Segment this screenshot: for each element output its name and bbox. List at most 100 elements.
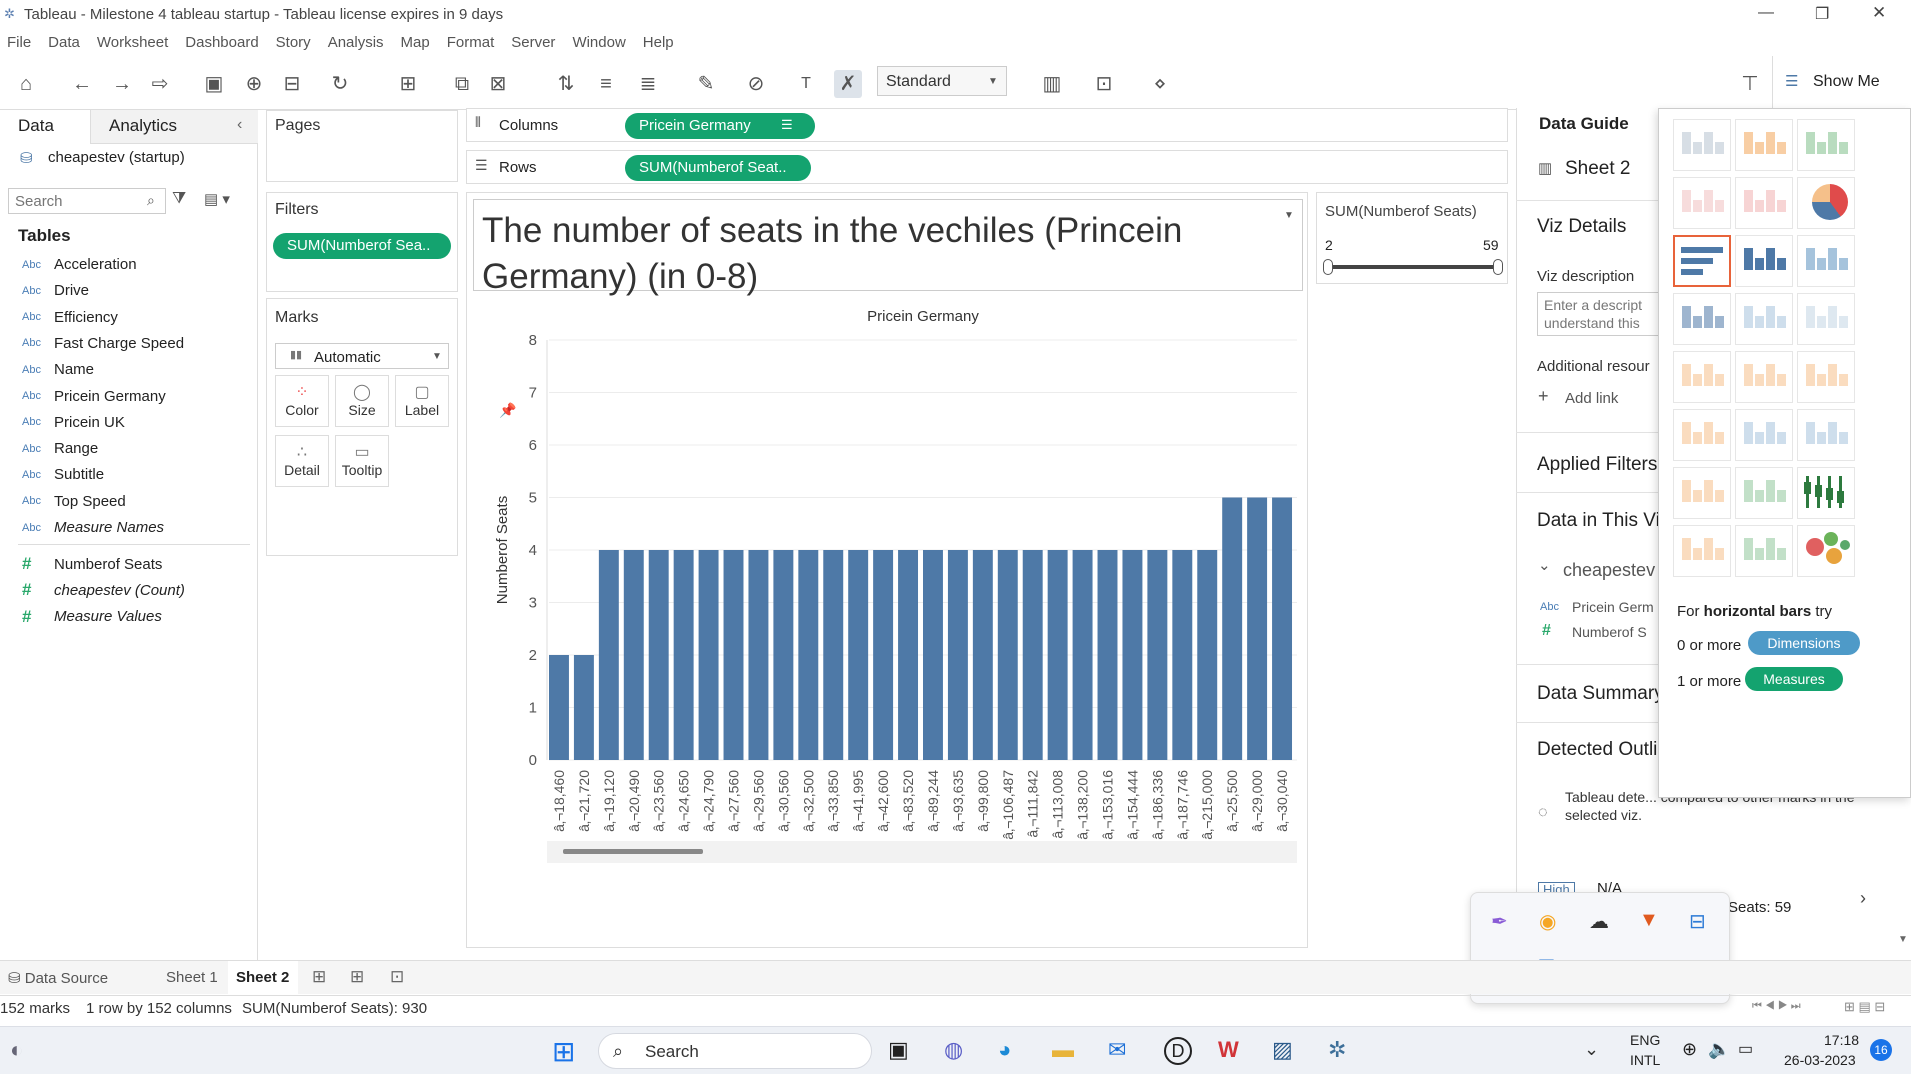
field-item[interactable]: Abc Name bbox=[22, 361, 94, 378]
show-me-box-whisker-icon[interactable] bbox=[1797, 467, 1855, 519]
show-me-highlight-table-icon[interactable] bbox=[1797, 119, 1855, 171]
onedrive-offline-icon[interactable]: ☁ bbox=[1589, 909, 1609, 934]
label-button[interactable]: ▢ Label bbox=[395, 375, 449, 427]
duplicate-icon[interactable]: ⧉ bbox=[448, 70, 476, 98]
redo-icon[interactable]: → bbox=[108, 70, 136, 98]
new-datasource-icon[interactable]: ⊕ bbox=[240, 70, 268, 98]
dell-icon[interactable]: D bbox=[1164, 1037, 1192, 1065]
clear-sheet-icon[interactable]: ⊠ bbox=[484, 70, 512, 98]
show-me-area-discrete-icon[interactable] bbox=[1735, 409, 1793, 461]
search-field[interactable]: ⌕ bbox=[8, 188, 166, 214]
show-me-stacked-bars-icon[interactable] bbox=[1735, 235, 1793, 287]
highlight-icon[interactable]: ✎ bbox=[692, 70, 720, 98]
rows-shelf[interactable]: ☰ Rows SUM(Numberof Seat.. bbox=[466, 150, 1508, 184]
filter-pill[interactable]: SUM(Numberof Sea.. bbox=[273, 233, 451, 259]
field-item[interactable]: Abc Fast Charge Speed bbox=[22, 335, 184, 352]
plus-icon[interactable]: + bbox=[1538, 386, 1549, 407]
swap-icon[interactable]: ⇅ bbox=[552, 70, 580, 98]
menu-format[interactable]: Format bbox=[447, 34, 495, 51]
field-item[interactable]: # cheapestev (Count) bbox=[22, 580, 185, 600]
rows-pill[interactable]: SUM(Numberof Seat.. bbox=[625, 155, 811, 181]
pages-card[interactable]: Pages bbox=[266, 110, 458, 182]
close-button[interactable]: ✕ bbox=[1872, 3, 1886, 23]
menu-worksheet[interactable]: Worksheet bbox=[97, 34, 168, 51]
chevron-right-icon[interactable]: › bbox=[1860, 888, 1866, 909]
columns-pill[interactable]: Pricein Germany ☰ bbox=[625, 113, 815, 139]
color-button[interactable]: ⁘ Color bbox=[275, 375, 329, 427]
undo-icon[interactable]: ← bbox=[68, 70, 96, 98]
minimize-button[interactable]: — bbox=[1758, 4, 1774, 22]
menu-help[interactable]: Help bbox=[643, 34, 674, 51]
sort-ascending-icon[interactable]: ≡ bbox=[592, 70, 620, 98]
fit-dropdown[interactable]: Standard ▼ bbox=[877, 66, 1007, 96]
add-link[interactable]: Add link bbox=[1565, 390, 1618, 407]
tooltip-button[interactable]: ▭ Tooltip bbox=[335, 435, 389, 487]
clock-time[interactable]: 17:18 bbox=[1824, 1032, 1859, 1048]
show-me-horizontal-bars-icon[interactable] bbox=[1673, 235, 1731, 287]
notification-badge[interactable]: 16 bbox=[1870, 1039, 1892, 1061]
replay-icon[interactable]: ⇨ bbox=[146, 70, 174, 98]
show-me-gantt-icon[interactable] bbox=[1673, 525, 1731, 577]
new-story-icon[interactable]: ⊡ bbox=[390, 967, 404, 987]
mail-icon[interactable]: ✉ bbox=[1108, 1037, 1126, 1063]
label-text-icon[interactable]: T bbox=[792, 70, 820, 98]
field-item[interactable]: # Measure Values bbox=[22, 607, 162, 627]
app-icon[interactable]: ◉ bbox=[1539, 909, 1556, 934]
mark-type-dropdown[interactable]: ▮▮ Automatic ▼ bbox=[275, 343, 449, 369]
home-icon[interactable]: ⌂ bbox=[12, 70, 40, 98]
show-me-circle-views-icon[interactable] bbox=[1735, 293, 1793, 345]
show-me-scatter-plot-icon[interactable] bbox=[1673, 467, 1731, 519]
network-drive-icon[interactable]: ⊟ bbox=[1689, 909, 1706, 934]
refresh-icon[interactable]: ↻ bbox=[326, 70, 354, 98]
tab-sheet-2[interactable]: Sheet 2 bbox=[228, 961, 298, 995]
viz-title-box[interactable]: The number of seats in the vechiles (Pri… bbox=[473, 199, 1303, 296]
show-me-pie-chart-icon[interactable] bbox=[1797, 177, 1855, 229]
file-explorer-icon[interactable]: ▬ bbox=[1052, 1037, 1074, 1063]
view-options-icon[interactable]: ▤ ▾ bbox=[204, 190, 230, 208]
menu-story[interactable]: Story bbox=[276, 34, 311, 51]
filters-card[interactable]: Filters SUM(Numberof Sea.. bbox=[266, 192, 458, 292]
field-item[interactable]: Abc Pricein UK bbox=[22, 414, 125, 431]
show-me-text-table-icon[interactable] bbox=[1673, 119, 1731, 171]
range-slider-max-handle[interactable] bbox=[1493, 259, 1503, 275]
tab-sheet-1[interactable]: Sheet 1 bbox=[166, 969, 218, 986]
columns-shelf[interactable]: ⫴ Columns Pricein Germany ☰ bbox=[466, 108, 1508, 142]
show-me-dual-lines-icon[interactable] bbox=[1797, 351, 1855, 403]
show-me-button[interactable]: ☰ Show Me bbox=[1772, 56, 1911, 110]
search-input[interactable] bbox=[15, 193, 143, 210]
fix-axes-icon[interactable]: ✗ bbox=[834, 70, 862, 98]
chevron-down-icon[interactable]: ⌄ bbox=[1538, 556, 1551, 574]
show-me-side-by-side-bars-icon[interactable] bbox=[1797, 235, 1855, 287]
detail-button[interactable]: ∴ Detail bbox=[275, 435, 329, 487]
menu-server[interactable]: Server bbox=[511, 34, 555, 51]
field-item[interactable]: Abc Top Speed bbox=[22, 493, 126, 510]
range-slider-track[interactable] bbox=[1327, 265, 1499, 269]
field-item[interactable]: Abc Acceleration bbox=[22, 256, 137, 273]
windows-start-icon[interactable]: ⊞ bbox=[552, 1035, 575, 1068]
brave-icon[interactable]: ▼ bbox=[1639, 909, 1659, 932]
pen-icon[interactable]: ✒ bbox=[1491, 909, 1508, 934]
network-icon[interactable]: ⊕ bbox=[1682, 1039, 1697, 1060]
viz-description-input[interactable]: Enter a descript understand this bbox=[1537, 292, 1667, 336]
tableau-app-icon[interactable]: ✲ bbox=[1328, 1037, 1346, 1063]
show-cards-icon[interactable]: ▥ bbox=[1038, 70, 1066, 98]
save-icon[interactable]: ▣ bbox=[200, 70, 228, 98]
show-me-side-by-side-circles-icon[interactable] bbox=[1797, 293, 1855, 345]
new-worksheet-icon[interactable]: ⊞ bbox=[312, 967, 326, 987]
weather-icon[interactable]: ◐ bbox=[10, 1037, 23, 1063]
grid-view-icon[interactable]: ⊞ ▤ ⊟ bbox=[1844, 999, 1885, 1015]
edge-icon[interactable]: ◕ bbox=[998, 1037, 1011, 1063]
pause-updates-icon[interactable]: ⊟ bbox=[278, 70, 306, 98]
scrollbar-thumb[interactable] bbox=[563, 849, 703, 854]
tab-data[interactable]: Data bbox=[0, 110, 90, 144]
menu-file[interactable]: File bbox=[7, 34, 31, 51]
format-painter-icon[interactable]: ⊤ bbox=[1736, 70, 1764, 98]
scroll-down-icon[interactable]: ▼ bbox=[1898, 934, 1908, 945]
language-secondary[interactable]: INTL bbox=[1630, 1052, 1660, 1068]
teams-chat-icon[interactable]: ◍ bbox=[944, 1037, 963, 1063]
tableau-taskbar-icon[interactable]: ▨ bbox=[1272, 1037, 1293, 1063]
chevron-up-icon[interactable]: ⌄ bbox=[1584, 1039, 1599, 1060]
volume-icon[interactable]: 🔈 bbox=[1708, 1039, 1730, 1060]
task-view-icon[interactable]: ▣ bbox=[888, 1037, 909, 1063]
wps-office-icon[interactable]: W bbox=[1218, 1037, 1239, 1063]
